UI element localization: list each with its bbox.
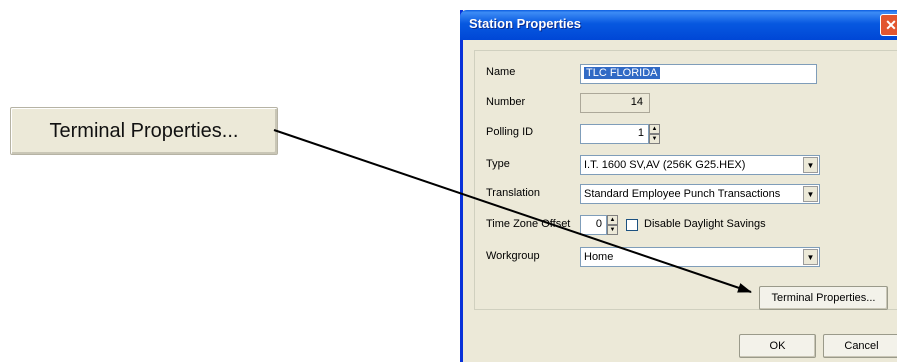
callout-arrow	[273, 129, 752, 293]
